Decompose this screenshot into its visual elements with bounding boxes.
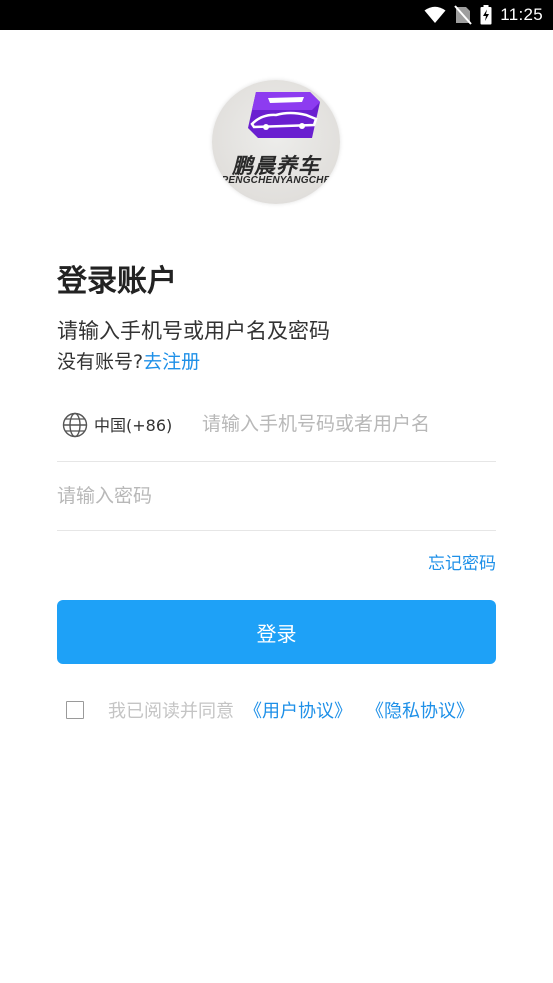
- no-sim-icon: [454, 5, 472, 25]
- user-agreement-link[interactable]: 《用户协议》: [244, 697, 352, 723]
- app-logo: 鹏晨养车 PENGCHENYANGCHE: [212, 80, 340, 204]
- forgot-password-link[interactable]: 忘记密码: [428, 549, 496, 574]
- login-subtitle: 请输入手机号或用户名及密码: [57, 319, 330, 343]
- status-bar: 11:25: [0, 0, 553, 30]
- password-input[interactable]: [57, 482, 487, 510]
- register-prompt: 没有账号?去注册: [57, 347, 200, 374]
- phone-input[interactable]: [202, 410, 492, 438]
- page-title: 登录账户: [57, 264, 177, 299]
- agreement-row: 我已阅读并同意 《用户协议》 《隐私协议》: [66, 696, 488, 724]
- battery-charging-icon: [480, 5, 492, 25]
- status-time: 11:25: [500, 5, 543, 24]
- register-link[interactable]: 去注册: [143, 351, 200, 373]
- phone-row: 中国(+86): [57, 400, 496, 462]
- agree-text: 我已阅读并同意: [108, 701, 234, 722]
- wifi-icon: [424, 6, 446, 23]
- car-badge-icon: [248, 92, 320, 138]
- agree-checkbox[interactable]: [66, 701, 84, 719]
- country-code-selector[interactable]: 中国(+86): [94, 412, 172, 436]
- globe-icon: [62, 412, 88, 438]
- login-button[interactable]: 登录: [57, 600, 496, 664]
- logo-name-en: PENGCHENYANGCHE: [221, 175, 331, 186]
- password-row: [57, 462, 496, 531]
- no-account-text: 没有账号?: [57, 351, 144, 373]
- privacy-agreement-link[interactable]: 《隐私协议》: [366, 697, 474, 723]
- status-icons: 11:25: [424, 4, 543, 26]
